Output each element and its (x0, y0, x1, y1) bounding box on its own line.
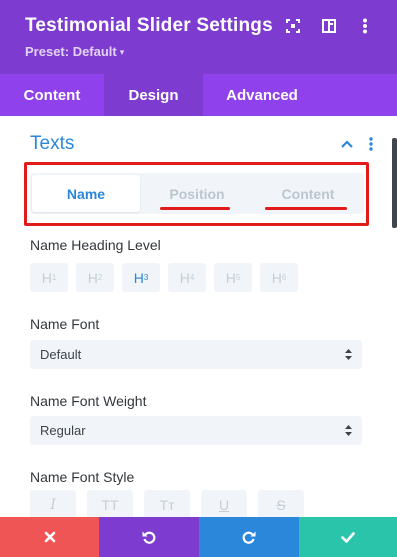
heading-level-h1[interactable]: H1 (30, 263, 68, 292)
redo-icon (242, 531, 256, 544)
tab-design[interactable]: Design (104, 74, 203, 116)
subtab-name[interactable]: Name (32, 175, 140, 212)
preset-label: Preset: Default (25, 44, 117, 59)
strikethrough-icon[interactable]: S (258, 490, 304, 517)
heading-level-h6[interactable]: H6 (260, 263, 298, 292)
annotation-underline-content (265, 207, 347, 210)
font-weight-select-value: Regular (40, 423, 86, 438)
more-vertical-icon[interactable] (363, 136, 379, 152)
more-vertical-icon[interactable] (347, 15, 383, 37)
font-select[interactable]: Default (30, 340, 362, 369)
close-icon (44, 531, 55, 543)
undo-button[interactable] (99, 517, 199, 557)
modal-title: Testimonial Slider Settings (25, 15, 273, 36)
italic-icon[interactable]: I (30, 490, 76, 517)
scrollbar[interactable] (392, 138, 397, 228)
heading-level-h3[interactable]: H3 (122, 263, 160, 292)
settings-panel: Texts Name Position Content Name Heading… (0, 116, 397, 517)
heading-level-h4[interactable]: H4 (168, 263, 206, 292)
header-actions (275, 15, 383, 37)
undo-icon (142, 531, 156, 544)
preset-selector[interactable]: Preset: Default ▾ (25, 44, 124, 59)
underline-icon[interactable]: U (201, 490, 247, 517)
heading-level-selector: H1 H2 H3 H4 H5 H6 (30, 263, 298, 292)
section-title[interactable]: Texts (30, 133, 74, 155)
sidebar-layout-icon[interactable] (311, 15, 347, 37)
heading-level-h5[interactable]: H5 (214, 263, 252, 292)
font-weight-label: Name Font Weight (30, 393, 147, 409)
select-arrows-icon (345, 349, 352, 360)
select-arrows-icon (345, 425, 352, 436)
font-style-selector: I TT Tт U S (30, 490, 304, 517)
save-button[interactable] (299, 517, 397, 557)
capitalize-icon[interactable]: Tт (144, 490, 190, 517)
section-actions (339, 136, 379, 152)
settings-tabs: Content Design Advanced (0, 74, 397, 116)
modal-footer (0, 517, 397, 557)
tab-content[interactable]: Content (0, 74, 104, 116)
uppercase-icon[interactable]: TT (87, 490, 133, 517)
annotation-underline-position (160, 207, 230, 210)
redo-button[interactable] (199, 517, 299, 557)
discard-button[interactable] (0, 517, 99, 557)
heading-level-h2[interactable]: H2 (76, 263, 114, 292)
tab-advanced[interactable]: Advanced (203, 74, 321, 116)
expand-icon[interactable] (275, 15, 311, 37)
modal-header: Testimonial Slider Settings Preset: Defa… (0, 0, 397, 74)
font-style-label: Name Font Style (30, 469, 135, 485)
chevron-up-icon[interactable] (339, 136, 355, 152)
heading-level-label: Name Heading Level (30, 237, 161, 253)
font-select-value: Default (40, 347, 82, 362)
font-weight-select[interactable]: Regular (30, 416, 362, 445)
font-label: Name Font (30, 316, 100, 332)
caret-down-icon: ▾ (119, 47, 125, 57)
check-icon (341, 531, 355, 543)
